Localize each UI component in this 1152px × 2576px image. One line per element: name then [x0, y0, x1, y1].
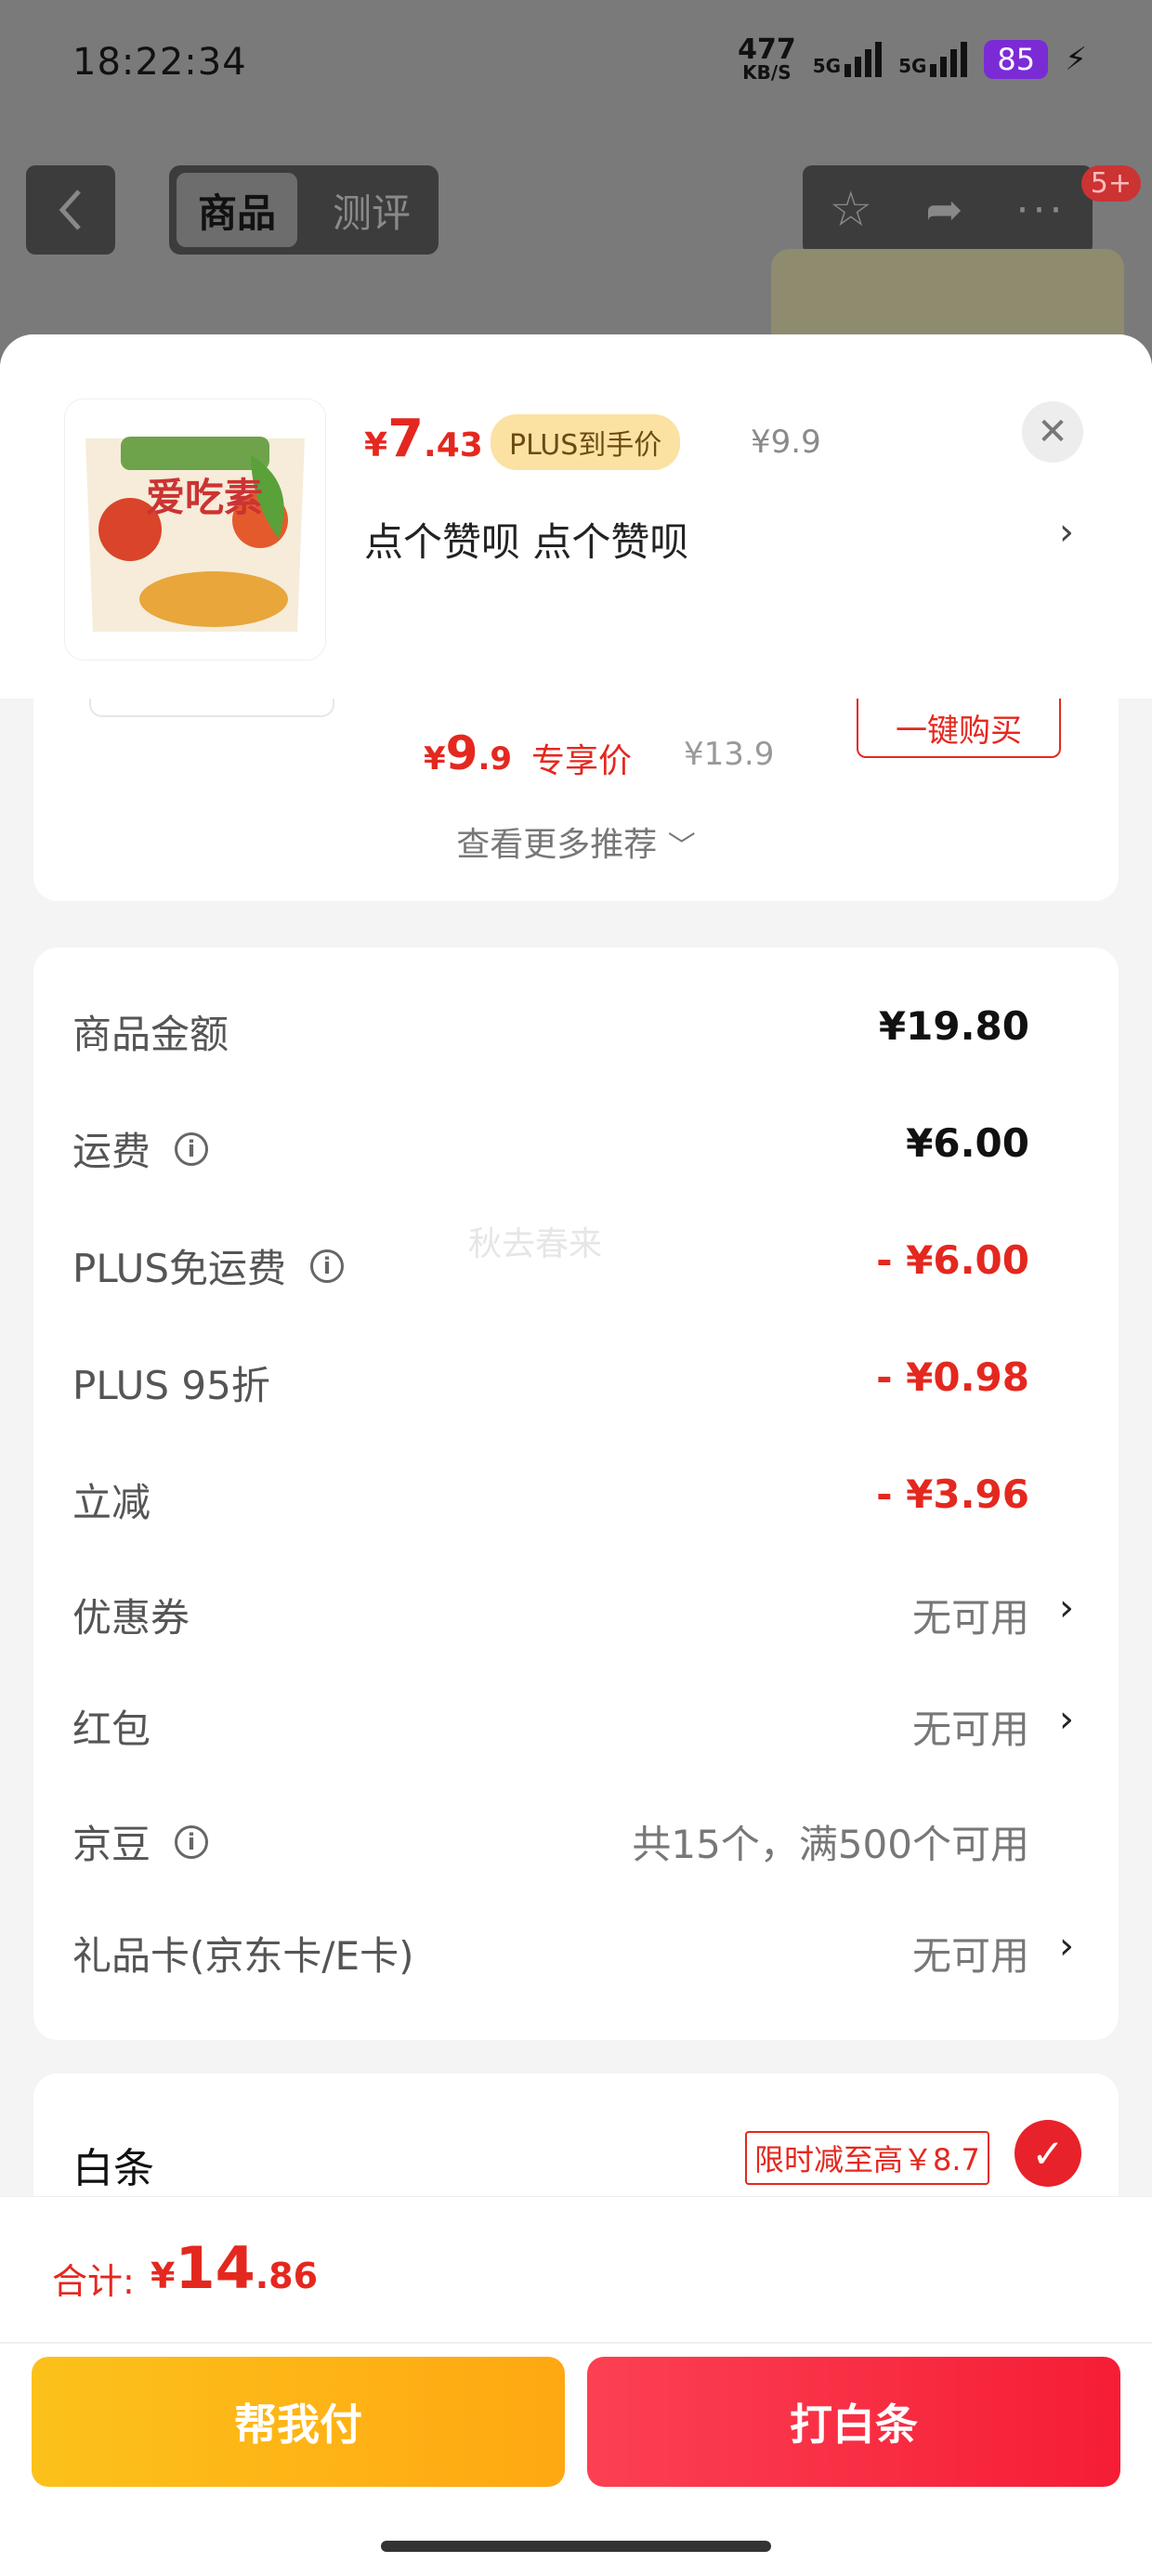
- total-integer: 14: [175, 2234, 255, 2302]
- recommendation-original-price: ¥13.9: [684, 736, 775, 773]
- total-symbol: ¥: [151, 2256, 176, 2296]
- info-icon[interactable]: i: [310, 1249, 345, 1283]
- chevron-down-icon: ﹀: [667, 830, 696, 863]
- fee-value: ¥6.00: [906, 1120, 1029, 1166]
- fee-value: - ¥3.96: [876, 1471, 1029, 1517]
- signal-bars-icon: [930, 42, 968, 77]
- price-integer: 9: [445, 726, 478, 780]
- recommendation-thumb-edge: [89, 699, 334, 717]
- fee-breakdown-card: 秋去春来 商品金额 ¥19.80 运费 i ¥6.00 PLUS免运费 i - ¥6…: [33, 948, 1119, 2040]
- star-icon[interactable]: ☆: [830, 182, 873, 238]
- fee-label: PLUS 95折: [72, 1363, 270, 1408]
- signal-2: 5G: [898, 42, 968, 77]
- chevron-right-icon: ›: [1059, 1698, 1074, 1741]
- price-symbol: ¥: [424, 740, 446, 778]
- more-recommendations-label: 查看更多推荐: [456, 826, 658, 864]
- fee-value: ¥19.80: [878, 1003, 1029, 1049]
- info-icon[interactable]: i: [175, 1131, 209, 1166]
- fee-value: 共15个，满500个可用: [632, 1822, 1029, 1867]
- price-integer: 7: [387, 409, 425, 469]
- fee-row-instant-discount: 立减 - ¥3.96: [33, 1464, 1119, 1529]
- price-decimal: .9: [478, 740, 513, 778]
- net-speed: 477 KB/S: [738, 33, 796, 84]
- chevron-left-icon: [59, 190, 81, 230]
- baitiao-pay-button[interactable]: 打白条: [587, 2357, 1120, 2487]
- product-name[interactable]: 点个赞呗 点个赞呗: [364, 511, 688, 568]
- top-actions: ☆ ➦ ···: [803, 165, 1093, 255]
- sim1-label: 5G: [812, 55, 842, 77]
- share-icon[interactable]: ➦: [925, 184, 962, 236]
- one-click-buy-button[interactable]: 一键购买: [857, 699, 1061, 758]
- close-icon: ✕: [1037, 411, 1068, 453]
- divider: [0, 2342, 1152, 2344]
- original-price: ¥9.9: [751, 424, 821, 461]
- fee-row-plus-discount: PLUS 95折 - ¥0.98: [33, 1347, 1119, 1412]
- fee-label: 立减: [72, 1480, 151, 1525]
- fee-row-goods: 商品金额 ¥19.80: [33, 996, 1119, 1061]
- signal-1: 5G: [812, 42, 883, 77]
- fee-label: 优惠券: [72, 1595, 190, 1641]
- fee-row-gift-card[interactable]: 礼品卡(京东卡/E卡) 无可用 ›: [33, 1917, 1119, 1982]
- product-thumbnail: 爱吃素: [65, 399, 325, 660]
- net-speed-value: 477: [738, 33, 796, 66]
- close-button[interactable]: ✕: [1022, 401, 1083, 463]
- sim2-label: 5G: [898, 55, 927, 77]
- fee-value: - ¥6.00: [876, 1237, 1029, 1283]
- payment-method-label: 白条: [72, 2145, 154, 2192]
- battery-level: 85: [984, 40, 1049, 79]
- checkout-footer: 合计: ¥14.86 帮我付 打白条: [0, 2196, 1152, 2576]
- recommendation-card: ¥9.9 专享价 ¥13.9 一键购买 查看更多推荐 ﹀: [33, 699, 1119, 901]
- chevron-right-icon: ›: [1059, 1587, 1074, 1629]
- fee-label: 京豆: [72, 1822, 151, 1867]
- payment-promo-tag: 限时减至高￥8.7: [745, 2131, 989, 2185]
- total-decimal: .86: [255, 2256, 319, 2296]
- sheet-header: 爱吃素 ¥7.43 PLUS到手价 ¥9.9 ✕ 点个赞呗 点个赞呗 ›: [0, 334, 1152, 699]
- total-amount: ¥14.86: [151, 2234, 318, 2302]
- fee-label: PLUS免运费: [72, 1246, 287, 1291]
- fee-row-red-packet[interactable]: 红包 无可用 ›: [33, 1691, 1119, 1756]
- signal-bars-icon: [844, 42, 883, 77]
- fee-label: 运费: [72, 1129, 151, 1174]
- checkmark-icon[interactable]: ✓: [1015, 2120, 1081, 2187]
- fee-row-jd-beans: 京豆 i 共15个，满500个可用: [33, 1806, 1119, 1871]
- svg-text:爱吃素: 爱吃素: [146, 475, 263, 520]
- fee-value: 无可用: [911, 1706, 1029, 1752]
- total-label: 合计:: [52, 2261, 135, 2302]
- fee-label: 商品金额: [72, 1012, 229, 1057]
- tab-goods[interactable]: 商品: [177, 173, 297, 247]
- fee-value: 无可用: [911, 1595, 1029, 1641]
- recommendation-price: ¥9.9: [424, 726, 512, 780]
- tab-review[interactable]: 测评: [311, 173, 432, 247]
- info-icon[interactable]: i: [175, 1824, 209, 1859]
- notification-badge: 5+: [1080, 165, 1141, 202]
- status-indicators: 477 KB/S 5G 5G 85 ⚡: [738, 33, 1087, 84]
- fee-value: 无可用: [911, 1933, 1029, 1979]
- home-indicator[interactable]: [381, 2541, 771, 2552]
- help-me-pay-button[interactable]: 帮我付: [32, 2357, 565, 2487]
- chevron-right-icon[interactable]: ›: [1059, 511, 1074, 554]
- back-button[interactable]: [26, 165, 115, 255]
- fee-row-shipping: 运费 i ¥6.00: [33, 1113, 1119, 1178]
- chevron-right-icon: ›: [1059, 1925, 1074, 1968]
- plus-price-tag: PLUS到手价: [491, 414, 681, 470]
- charging-icon: ⚡: [1065, 41, 1087, 78]
- noodle-package-image: 爱吃素: [65, 399, 325, 660]
- product-price: ¥7.43: [364, 409, 483, 469]
- more-recommendations-link[interactable]: 查看更多推荐 ﹀: [33, 817, 1119, 866]
- fee-row-plus-free-shipping: PLUS免运费 i - ¥6.00: [33, 1230, 1119, 1295]
- fee-value: - ¥0.98: [876, 1354, 1029, 1400]
- more-icon[interactable]: ···: [1016, 187, 1067, 234]
- status-time: 18:22:34: [72, 41, 247, 84]
- fee-row-coupon[interactable]: 优惠券 无可用 ›: [33, 1579, 1119, 1644]
- fee-label: 礼品卡(京东卡/E卡): [72, 1933, 414, 1979]
- price-symbol: ¥: [364, 426, 388, 464]
- exclusive-price-label: 专享价: [531, 742, 633, 780]
- net-speed-unit: KB/S: [742, 61, 792, 84]
- price-decimal: .43: [424, 426, 483, 464]
- fee-label: 红包: [72, 1706, 151, 1752]
